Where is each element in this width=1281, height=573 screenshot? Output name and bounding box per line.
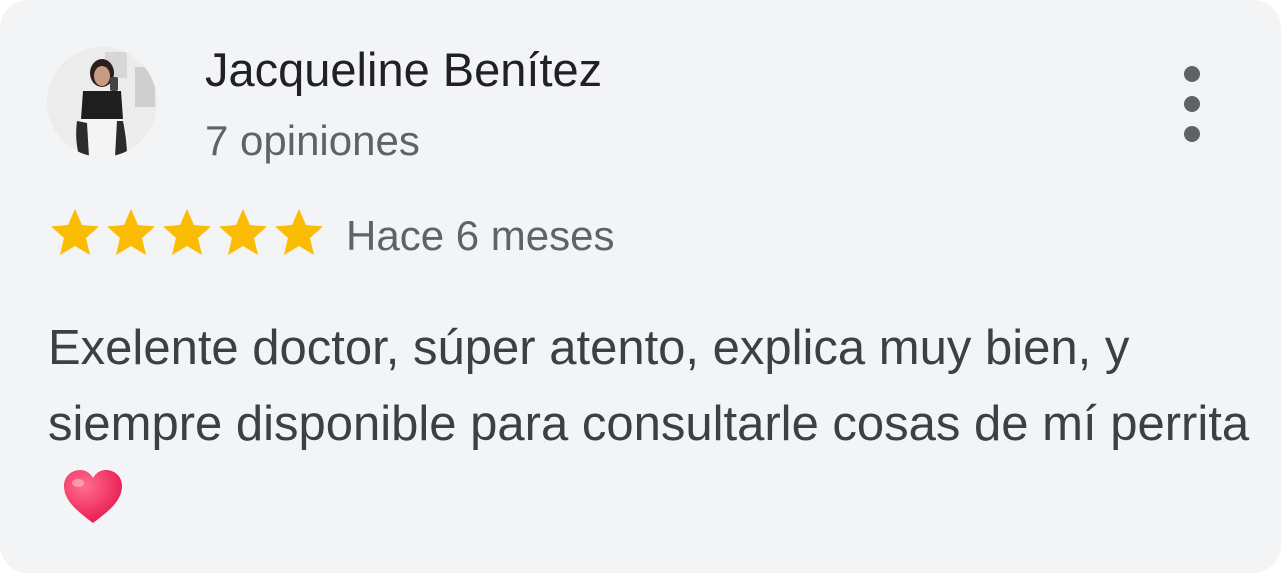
menu-dot (1184, 96, 1200, 112)
star-icon (163, 209, 211, 255)
star-icon (275, 209, 323, 255)
avatar[interactable] (47, 47, 157, 157)
menu-dot (1184, 66, 1200, 82)
review-card: Jacqueline Benítez 7 opiniones Hace 6 me… (0, 0, 1281, 573)
review-text-content: Exelente doctor, súper atento, explica m… (48, 321, 1250, 451)
author-name[interactable]: Jacqueline Benítez (205, 42, 602, 97)
author-review-count: 7 opiniones (205, 117, 420, 164)
more-vert-icon[interactable] (1168, 66, 1216, 142)
menu-dot (1184, 126, 1200, 142)
review-text: Exelente doctor, súper atento, explica m… (48, 310, 1253, 548)
heart-emoji (62, 468, 124, 548)
star-rating (47, 206, 327, 258)
review-time: Hace 6 meses (346, 212, 615, 259)
star-icon (107, 209, 155, 255)
star-icon (51, 209, 99, 255)
star-icon (219, 209, 267, 255)
avatar-photo (47, 47, 157, 157)
